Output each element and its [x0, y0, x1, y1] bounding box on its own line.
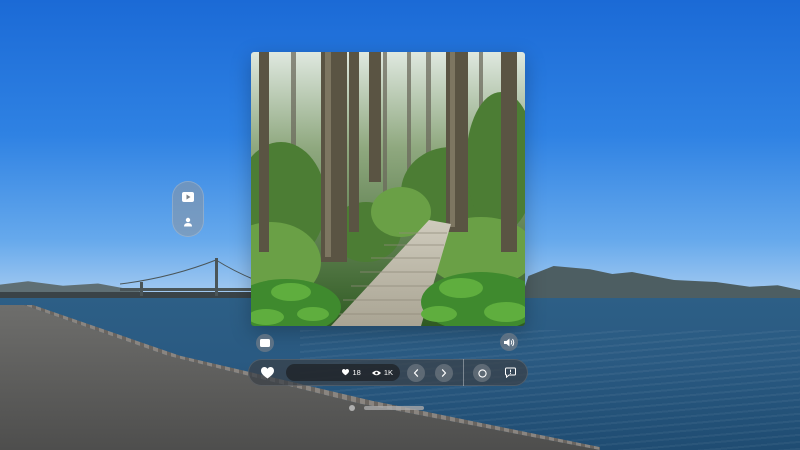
comment-icon: [504, 367, 516, 378]
play-button[interactable]: [178, 187, 198, 207]
profile-button[interactable]: [178, 212, 198, 232]
photos-button[interactable]: [256, 334, 274, 352]
next-button[interactable]: [435, 364, 453, 382]
window-close-dot[interactable]: [349, 405, 355, 411]
stats: 18 1K: [342, 364, 393, 381]
comment-button[interactable]: [501, 363, 519, 381]
record-icon: [477, 368, 487, 378]
speaker-icon: [503, 338, 514, 346]
sound-button[interactable]: [500, 333, 518, 351]
previous-button[interactable]: [407, 364, 425, 382]
chevron-right-icon: [441, 369, 447, 377]
toolbar: 18 1K: [248, 359, 528, 386]
toolbar-divider: [463, 359, 464, 386]
side-ornament: [172, 181, 204, 237]
record-button[interactable]: [473, 364, 491, 382]
stats-pill: 18 1K: [286, 364, 400, 381]
forest-boardwalk-photo: [251, 52, 525, 326]
heart-icon: [342, 369, 350, 376]
photo-window[interactable]: [251, 52, 525, 326]
person-icon: [184, 217, 192, 227]
eye-icon: [371, 370, 381, 375]
bridge: [120, 258, 260, 296]
chevron-left-icon: [413, 369, 419, 377]
like-button[interactable]: [256, 362, 278, 383]
likes-count: 18: [352, 368, 361, 377]
heart-icon: [260, 366, 274, 378]
views-count: 1K: [383, 368, 393, 377]
play-icon: [182, 192, 194, 202]
window-grabber[interactable]: [364, 406, 424, 410]
photos-icon: [260, 339, 270, 347]
